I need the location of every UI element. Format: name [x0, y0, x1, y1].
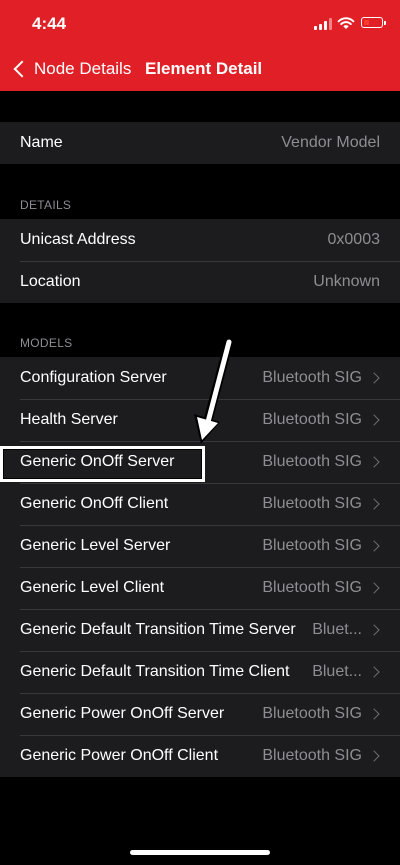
details-group: Unicast Address 0x0003 Location Unknown: [0, 219, 400, 303]
location-row[interactable]: Location Unknown: [0, 261, 400, 303]
model-row-generic-power-onoff-server[interactable]: Generic Power OnOff Server Bluetooth SIG: [0, 693, 400, 735]
chevron-right-icon: [368, 540, 380, 552]
model-label: Generic Level Server: [20, 537, 171, 554]
model-vendor: Bluetooth SIG: [262, 411, 362, 428]
chevron-right-icon: [368, 624, 380, 636]
back-button-label: Node Details: [34, 59, 132, 78]
model-label: Health Server: [20, 411, 118, 428]
battery-icon: [361, 17, 386, 28]
model-row-generic-default-transition-time-client[interactable]: Generic Default Transition Time Client B…: [0, 651, 400, 693]
model-row-generic-onoff-client[interactable]: Generic OnOff Client Bluetooth SIG: [0, 483, 400, 525]
model-vendor: Bluetooth SIG: [262, 579, 362, 596]
name-label: Name: [20, 134, 63, 151]
navigation-bar: Node Details Element Detail: [0, 48, 400, 91]
model-label: Generic Default Transition Time Client: [20, 663, 290, 680]
chevron-right-icon: [368, 414, 380, 426]
model-vendor: Bluetooth SIG: [262, 537, 362, 554]
unicast-address-value: 0x0003: [327, 231, 381, 248]
wifi-icon: [337, 17, 355, 29]
location-label: Location: [20, 273, 81, 290]
chevron-right-icon: [368, 498, 380, 510]
chevron-right-icon: [368, 582, 380, 594]
chevron-right-icon: [368, 372, 380, 384]
chevron-right-icon: [368, 750, 380, 762]
models-section-header: MODELS: [20, 336, 73, 350]
model-vendor: Bluet...: [312, 663, 362, 680]
annotation-arrow-icon: [194, 338, 234, 444]
name-value: Vendor Model: [281, 134, 380, 151]
model-vendor: Bluet...: [312, 621, 362, 638]
chevron-right-icon: [368, 708, 380, 720]
model-row-generic-level-client[interactable]: Generic Level Client Bluetooth SIG: [0, 567, 400, 609]
status-time: 4:44: [32, 14, 67, 33]
chevron-left-icon: [13, 60, 31, 78]
unicast-address-label: Unicast Address: [20, 231, 136, 248]
model-label: Generic Level Client: [20, 579, 165, 596]
name-group: Name Vendor Model: [0, 122, 400, 164]
model-vendor: Bluetooth SIG: [262, 369, 362, 386]
location-value: Unknown: [313, 273, 380, 290]
model-label: Configuration Server: [20, 369, 167, 386]
annotation-highlight-box: [0, 446, 205, 482]
model-row-generic-default-transition-time-server[interactable]: Generic Default Transition Time Server B…: [0, 609, 400, 651]
app-header: 4:44 Node Details Element Detail: [0, 0, 400, 91]
back-button[interactable]: Node Details: [10, 56, 131, 82]
cellular-signal-icon: [314, 18, 332, 30]
model-row-generic-level-server[interactable]: Generic Level Server Bluetooth SIG: [0, 525, 400, 567]
home-indicator[interactable]: [130, 850, 270, 855]
model-label: Generic Power OnOff Server: [20, 705, 225, 722]
model-label: Generic Default Transition Time Server: [20, 621, 296, 638]
model-label: Generic Power OnOff Client: [20, 747, 219, 764]
model-vendor: Bluetooth SIG: [262, 705, 362, 722]
model-vendor: Bluetooth SIG: [262, 453, 362, 470]
model-row-generic-power-onoff-client[interactable]: Generic Power OnOff Client Bluetooth SIG: [0, 735, 400, 777]
model-label: Generic OnOff Client: [20, 495, 169, 512]
chevron-right-icon: [368, 666, 380, 678]
chevron-right-icon: [368, 456, 380, 468]
model-vendor: Bluetooth SIG: [262, 495, 362, 512]
details-section-header: DETAILS: [20, 198, 72, 212]
status-bar: 4:44: [0, 0, 400, 48]
unicast-address-row[interactable]: Unicast Address 0x0003: [0, 219, 400, 261]
name-row[interactable]: Name Vendor Model: [0, 122, 400, 164]
model-vendor: Bluetooth SIG: [262, 747, 362, 764]
page-title: Element Detail: [145, 59, 263, 78]
